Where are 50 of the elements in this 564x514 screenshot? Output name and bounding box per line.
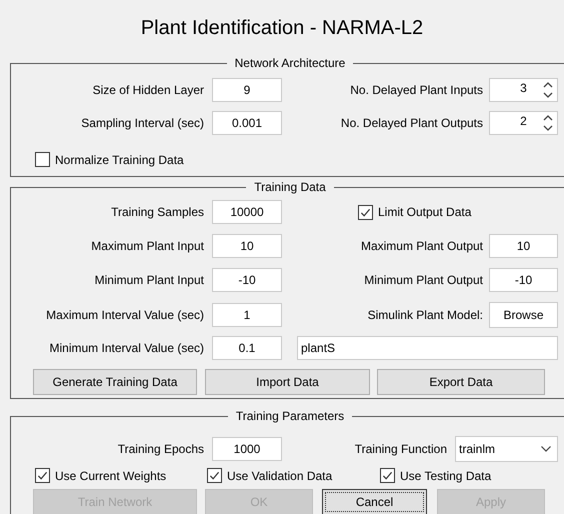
window-title: Plant Identification - NARMA-L2: [140, 16, 424, 41]
checkbox[interactable]: [35, 152, 50, 167]
input-field[interactable]: -10: [212, 268, 282, 292]
button[interactable]: Generate Training Data: [33, 369, 197, 395]
field-label: Sampling Interval (sec): [80, 116, 204, 130]
input-field[interactable]: 0.1: [212, 336, 282, 360]
field-label: Minimum Interval Value (sec): [48, 341, 204, 355]
input-field[interactable]: 1000: [212, 437, 282, 461]
checkbox-label[interactable]: Use Validation Data: [227, 468, 332, 482]
spin-field[interactable]: 3: [489, 78, 558, 102]
input-field[interactable]: -10: [489, 268, 558, 292]
input-field[interactable]: 10: [212, 234, 282, 258]
field-label: Training Epochs: [116, 442, 204, 456]
input-field[interactable]: 1: [212, 303, 282, 327]
field-label: Training Function: [354, 442, 447, 456]
input-field[interactable]: 0.001: [212, 111, 282, 135]
section-title: Training Data: [253, 179, 327, 195]
button[interactable]: Import Data: [205, 369, 370, 395]
spin-field[interactable]: 2: [489, 111, 558, 135]
checkbox-label[interactable]: Limit Output Data: [378, 205, 472, 219]
checkbox-label[interactable]: Use Testing Data: [400, 468, 492, 482]
checkbox[interactable]: [207, 468, 222, 483]
chevron-down-icon[interactable]: [541, 446, 551, 452]
checkbox[interactable]: [358, 204, 373, 220]
checkbox[interactable]: [380, 468, 395, 483]
input-field[interactable]: 10000: [212, 200, 282, 224]
checkbox[interactable]: [35, 468, 50, 483]
input-field[interactable]: 9: [212, 78, 282, 102]
button[interactable]: Export Data: [377, 369, 545, 395]
field-label: Maximum Plant Output: [360, 239, 483, 253]
section-title: Training Parameters: [234, 408, 346, 424]
section-title: Network Architecture: [234, 55, 346, 71]
field-label: Size of Hidden Layer: [92, 83, 204, 97]
button[interactable]: Cancel: [322, 489, 427, 514]
field-label: Maximum Plant Input: [90, 239, 204, 253]
field-label: No. Delayed Plant Outputs: [340, 116, 483, 130]
dropdown[interactable]: trainlm: [455, 436, 558, 462]
browse-button[interactable]: Browse: [489, 302, 558, 328]
checkbox-label[interactable]: Normalize Training Data: [55, 152, 184, 166]
checkbox-label[interactable]: Use Current Weights: [55, 468, 166, 482]
input-field[interactable]: 10: [489, 234, 558, 258]
spinner-arrows-icon[interactable]: [543, 114, 553, 132]
input-field[interactable]: plantS: [297, 336, 558, 360]
field-label: Training Samples: [110, 205, 204, 219]
field-label: Minimum Plant Output: [363, 273, 483, 287]
spinner-arrows-icon[interactable]: [543, 81, 553, 99]
field-label: Maximum Interval Value (sec): [45, 308, 204, 322]
field-label: No. Delayed Plant Inputs: [349, 83, 483, 97]
field-label: Simulink Plant Model:: [366, 308, 483, 322]
field-label: Minimum Plant Input: [94, 273, 204, 287]
